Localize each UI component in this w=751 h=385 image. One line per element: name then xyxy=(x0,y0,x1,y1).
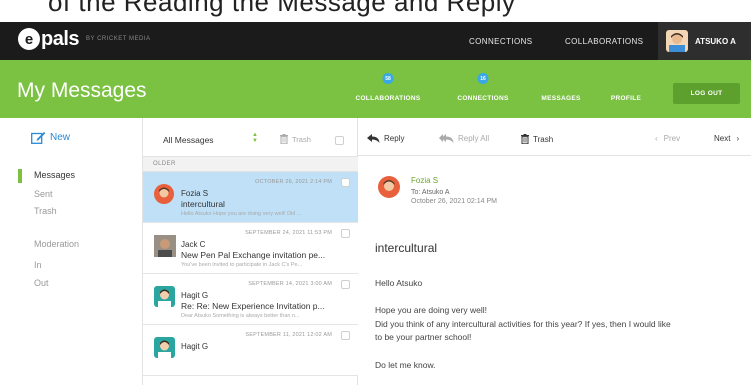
reply-all-icon xyxy=(439,134,454,143)
sidebar: New Messages Sent Trash Moderation In Ou… xyxy=(0,118,143,385)
sidebar-item-in[interactable]: In xyxy=(34,260,42,270)
reply-label: Reply xyxy=(384,134,405,143)
list-item[interactable]: SEPTEMBER 11, 2021 12:02 AM Hagit G xyxy=(143,325,358,376)
list-trash-label: Trash xyxy=(292,134,311,144)
list-item[interactable]: OCTOBER 26, 2021 2:14 PM Fozia S intercu… xyxy=(143,172,358,223)
sender-avatar xyxy=(154,337,175,363)
message-preview: Hello Atsuko Hope you are doing very wel… xyxy=(181,211,302,217)
sender-avatar xyxy=(154,184,174,209)
page: of the Reading the Message and Reply e p… xyxy=(0,0,751,385)
body-line: Hello Atsuko xyxy=(375,278,423,288)
nav-messages[interactable]: MESSAGES xyxy=(541,95,580,102)
message-date: OCTOBER 26, 2021 2:14 PM xyxy=(255,179,332,185)
epals-logo[interactable]: e pals BY CRICKET MEDIA xyxy=(18,28,151,50)
message-preview: You've been invited to participate in Ja… xyxy=(181,262,303,268)
sender-name: Hagit G xyxy=(181,291,209,300)
folder-filter-select[interactable]: All Messages xyxy=(163,135,214,145)
message-checkbox[interactable] xyxy=(341,229,350,238)
compose-icon xyxy=(31,132,46,144)
topnav-connections[interactable]: CONNECTIONS xyxy=(469,22,533,60)
trash-icon xyxy=(280,134,288,144)
collaborations-count-badge: 58 xyxy=(382,73,394,84)
reply-icon xyxy=(367,134,380,143)
reply-all-label: Reply All xyxy=(458,134,490,143)
section-header-older: OLDER xyxy=(143,156,358,172)
sidebar-item-sent[interactable]: Sent xyxy=(34,189,53,199)
message-subject: intercultural xyxy=(375,241,438,255)
chevron-left-icon: ‹ xyxy=(655,134,658,143)
message-subject: New Pen Pal Exchange invitation pe... xyxy=(181,250,326,260)
message-checkbox[interactable] xyxy=(341,280,350,289)
message-subject: intercultural xyxy=(181,199,225,209)
message-preview: Dear Atsuko Something is always better t… xyxy=(181,313,300,319)
logo-subtitle: BY CRICKET MEDIA xyxy=(86,36,151,42)
page-header: My Messages 58 COLLABORATIONS 16 CONNECT… xyxy=(0,60,751,118)
trash-icon xyxy=(521,134,529,144)
logo-e-mark: e xyxy=(18,28,40,50)
sender-avatar xyxy=(154,235,176,262)
message-date: SEPTEMBER 14, 2021 3:00 AM xyxy=(248,281,332,287)
sender-name: Fozia S xyxy=(181,189,209,198)
next-label: Next xyxy=(714,134,731,143)
new-message-label: New xyxy=(50,132,71,143)
select-all-checkbox[interactable] xyxy=(335,136,344,145)
list-trash-button[interactable]: Trash xyxy=(280,134,311,144)
body-line: Did you think of any intercultural activ… xyxy=(375,319,671,329)
body-line: Do let me know. xyxy=(375,360,436,370)
recipient-line: To: Atsuko A xyxy=(411,189,450,196)
filter-stepper-icon[interactable]: ▲ ▼ xyxy=(252,132,258,144)
logo-wordmark: pals xyxy=(41,27,80,50)
message-date: SEPTEMBER 11, 2021 12:02 AM xyxy=(245,332,332,338)
nav-connections[interactable]: CONNECTIONS xyxy=(457,95,508,102)
nav-profile[interactable]: PROFILE xyxy=(611,95,641,102)
nav-collaborations[interactable]: COLLABORATIONS xyxy=(355,95,420,102)
new-message-button[interactable]: New xyxy=(31,131,70,144)
list-item[interactable]: SEPTEMBER 14, 2021 3:00 AM Hagit G Re: R… xyxy=(143,274,358,325)
reading-pane: Reply Reply All Trash ‹ Prev Next › Fozi… xyxy=(358,118,751,385)
prev-button[interactable]: ‹ Prev xyxy=(655,134,680,143)
reply-all-button[interactable]: Reply All xyxy=(439,134,489,143)
caption-text: of the Reading the Message and Reply xyxy=(48,0,516,17)
prev-label: Prev xyxy=(663,134,681,143)
user-name: ATSUKO A xyxy=(695,36,736,46)
list-toolbar: All Messages ▲ ▼ Trash xyxy=(143,118,358,156)
topnav-collaborations[interactable]: COLLABORATIONS xyxy=(565,22,643,60)
reader-trash-button[interactable]: Trash xyxy=(521,134,553,144)
reader-trash-label: Trash xyxy=(533,134,554,144)
message-checkbox[interactable] xyxy=(341,331,350,340)
sender-name: Hagit G xyxy=(181,342,209,351)
connections-count-badge: 16 xyxy=(477,73,489,84)
sidebar-item-moderation[interactable]: Moderation xyxy=(34,239,79,249)
active-folder-marker xyxy=(18,169,22,183)
sender-name[interactable]: Fozia S xyxy=(411,176,438,185)
sidebar-item-out[interactable]: Out xyxy=(34,278,49,288)
page-title: My Messages xyxy=(17,79,147,102)
logout-button[interactable]: LOG OUT xyxy=(673,83,740,104)
reader-toolbar: Reply Reply All Trash ‹ Prev Next › xyxy=(358,118,751,156)
sidebar-item-trash[interactable]: Trash xyxy=(34,206,57,216)
sender-avatar xyxy=(154,286,175,312)
caption: of the Reading the Message and Reply xyxy=(0,0,751,22)
top-nav-bar: e pals BY CRICKET MEDIA CONNECTIONS COLL… xyxy=(0,22,751,60)
sender-avatar xyxy=(378,176,400,203)
message-date: October 26, 2021 02:14 PM xyxy=(411,198,497,205)
sidebar-item-messages[interactable]: Messages xyxy=(34,170,75,180)
message-list-panel: All Messages ▲ ▼ Trash OLDER OCTOBER 26, … xyxy=(143,118,358,385)
message-subject: Re: Re: New Experience Invitation p... xyxy=(181,301,325,311)
list-item[interactable]: SEPTEMBER 24, 2021 11:53 PM Jack C New P… xyxy=(143,223,358,274)
sender-name: Jack C xyxy=(181,240,206,249)
body-line: to be your partner school! xyxy=(375,332,472,342)
next-button[interactable]: Next › xyxy=(714,134,739,143)
body-line: Hope you are doing very well! xyxy=(375,305,487,315)
user-avatar xyxy=(666,30,688,52)
reply-button[interactable]: Reply xyxy=(367,134,404,143)
user-menu[interactable]: ATSUKO A xyxy=(658,22,751,60)
chevron-right-icon: › xyxy=(736,134,740,143)
section-label: OLDER xyxy=(153,161,176,167)
message-checkbox[interactable] xyxy=(341,178,350,187)
message-date: SEPTEMBER 24, 2021 11:53 PM xyxy=(245,230,332,236)
